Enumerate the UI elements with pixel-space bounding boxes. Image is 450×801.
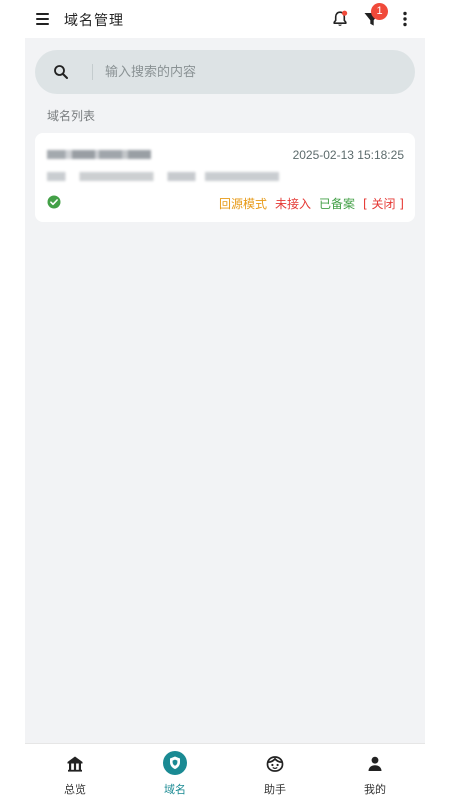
domain-timestamp: 2025-02-13 15:18:25 [292,148,404,162]
search-icon [54,65,68,79]
nav-item-overview[interactable]: 总览 [25,744,125,801]
tag-origin-mode: 回源模式 [218,197,267,211]
more-vert-icon[interactable] [395,9,415,29]
tag-not-connected: 未接入 [274,197,311,211]
domain-status-tags: 回源模式 未接入 已备案 [ 关闭 ] [219,195,404,212]
page-title: 域名管理 [64,13,124,29]
search-bar [35,50,415,94]
home-icon [67,756,83,772]
notification-bell-icon[interactable] [330,9,350,29]
app-screen: 域名管理 1 域名列表 2025-02-13 15:18:25 [25,0,425,800]
close-button[interactable]: [ 关闭 ] [363,195,404,212]
search-divider [92,64,93,80]
nav-item-profile[interactable]: 我的 [325,744,425,801]
assistant-face-icon [266,756,284,772]
shield-icon [163,751,187,775]
nav-item-assistant[interactable]: 助手 [225,744,325,801]
nav-label: 助手 [264,783,286,796]
section-label: 域名列表 [47,109,96,123]
top-app-bar: 域名管理 1 [25,0,425,38]
filter-count-badge: 1 [371,3,388,20]
bottom-navigation: 总览 域名 助手 我的 [25,743,425,800]
nav-label: 域名 [164,783,186,796]
check-circle-icon [47,195,61,209]
domain-name-redacted [47,150,151,159]
menu-icon[interactable] [35,11,51,27]
nav-item-domains[interactable]: 域名 [125,744,225,801]
user-icon [368,756,382,771]
domain-card[interactable]: 2025-02-13 15:18:25 回源模式 未接入 已备案 [ 关闭 ] [35,133,415,222]
search-input[interactable] [105,50,395,94]
domain-details-redacted [47,172,279,181]
tag-registered: 已备案 [318,197,355,211]
nav-label: 我的 [364,783,386,796]
nav-label: 总览 [64,783,86,796]
